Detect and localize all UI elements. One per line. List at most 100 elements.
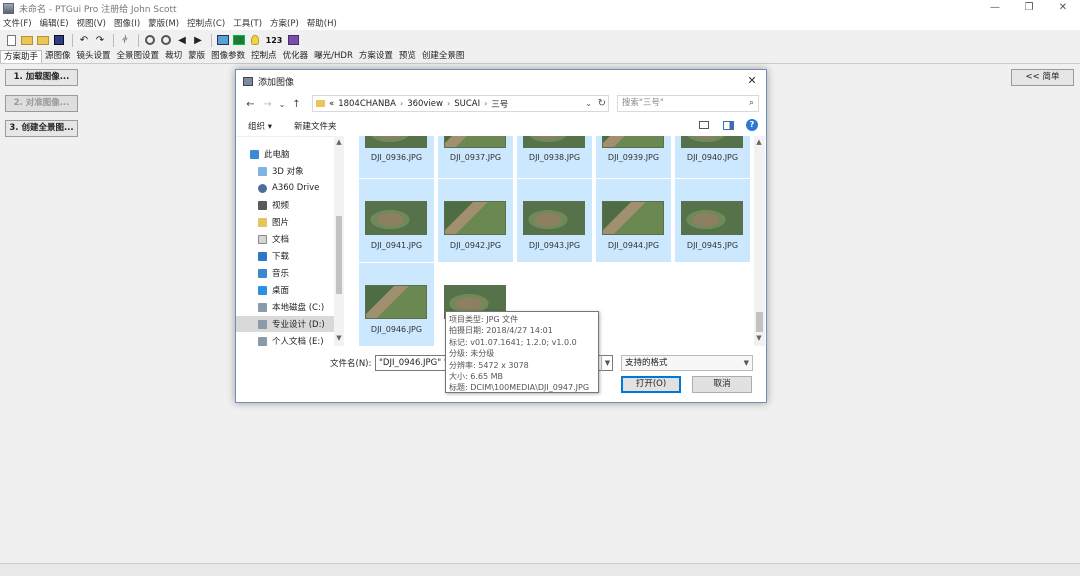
organize-button[interactable]: 组织 ▾	[248, 120, 272, 132]
breadcrumb-sucai[interactable]: SUCAI	[454, 99, 480, 109]
file-item[interactable]: DJI_0940.JPG	[675, 136, 750, 178]
panorama-editor-icon[interactable]	[216, 33, 230, 47]
file-item[interactable]: DJI_0944.JPG	[596, 179, 671, 262]
scroll-up-icon[interactable]: ▲	[754, 138, 764, 146]
menu-edit[interactable]: 编辑(E)	[40, 17, 69, 29]
nav-local-disk-c[interactable]: 本地磁盘 (C:)	[258, 299, 342, 315]
search-icon[interactable]: ⌕	[749, 96, 754, 111]
nav-music[interactable]: 音乐	[258, 265, 342, 281]
up-arrow-icon[interactable]: ↑	[288, 99, 305, 110]
nav-this-pc[interactable]: 此电脑	[250, 146, 334, 162]
file-item[interactable]: DJI_0941.JPG	[359, 179, 434, 262]
open-image-icon[interactable]	[36, 33, 50, 47]
simple-mode-button[interactable]: << 简单	[1011, 69, 1074, 86]
file-type-select[interactable]: 支持的格式 ▼	[621, 355, 753, 371]
next-icon[interactable]: ▶	[191, 33, 205, 47]
previous-icon[interactable]: ◀	[175, 33, 189, 47]
navigation-scrollbar[interactable]: ▲ ▼	[334, 136, 344, 346]
menu-help[interactable]: 帮助(H)	[307, 17, 337, 29]
redo-icon[interactable]: ↷	[93, 33, 107, 47]
menu-view[interactable]: 视图(V)	[77, 17, 106, 29]
file-item[interactable]: DJI_0937.JPG	[438, 136, 513, 178]
help-icon[interactable]: ?	[746, 119, 758, 131]
nav-personal-disk-e[interactable]: 个人文档 (E:)	[258, 333, 342, 349]
view-options-icon[interactable]	[699, 121, 709, 129]
close-button[interactable]: ✕	[1046, 0, 1080, 16]
forward-arrow-icon[interactable]: →	[259, 99, 276, 110]
nav-desktop[interactable]: 桌面	[258, 282, 342, 298]
filename-dropdown-icon[interactable]: ▼	[601, 355, 613, 371]
tab-crop[interactable]: 裁切	[162, 50, 185, 63]
tab-image-parameters[interactable]: 图像参数	[208, 50, 248, 63]
file-item[interactable]: DJI_0936.JPG	[359, 136, 434, 178]
minimize-button[interactable]: —	[978, 0, 1012, 16]
scroll-down-icon[interactable]: ▼	[754, 334, 764, 342]
search-input[interactable]: 搜索"三号" ⌕	[617, 95, 759, 112]
file-item[interactable]: DJI_0942.JPG	[438, 179, 513, 262]
tab-create-panorama[interactable]: 创建全景图	[419, 50, 468, 63]
tab-mask[interactable]: 蒙版	[185, 50, 208, 63]
refresh-icon[interactable]: ↻	[598, 98, 606, 109]
nav-pictures[interactable]: 图片	[258, 214, 342, 230]
tripod-icon[interactable]: ⫩	[118, 33, 132, 47]
tab-preview[interactable]: 预览	[396, 50, 419, 63]
table-icon[interactable]	[232, 33, 246, 47]
scroll-down-icon[interactable]: ▼	[334, 334, 344, 342]
address-dropdown-icon[interactable]: ⌄	[585, 99, 592, 108]
new-folder-button[interactable]: 新建文件夹	[294, 120, 337, 132]
scroll-up-icon[interactable]: ▲	[334, 138, 344, 146]
tips-bulb-icon[interactable]	[248, 33, 262, 47]
menu-file[interactable]: 文件(F)	[3, 17, 32, 29]
save-icon[interactable]	[52, 33, 66, 47]
tab-project-settings[interactable]: 方案设置	[356, 50, 396, 63]
batch-book-icon[interactable]	[286, 33, 300, 47]
nav-a360-drive[interactable]: A360 Drive	[258, 180, 342, 196]
open-folder-icon[interactable]	[20, 33, 34, 47]
breadcrumb-1804chanba[interactable]: 1804CHANBA	[338, 99, 396, 109]
open-button[interactable]: 打开(O)	[621, 376, 681, 393]
menu-control-points[interactable]: 控制点(C)	[187, 17, 225, 29]
align-images-button[interactable]: 2. 对准图像...	[5, 95, 78, 112]
tab-source-images[interactable]: 源图像	[42, 50, 74, 63]
file-item[interactable]: DJI_0938.JPG	[517, 136, 592, 178]
cancel-button[interactable]: 取消	[692, 376, 752, 393]
nav-documents[interactable]: 文档	[258, 231, 342, 247]
address-bar[interactable]: « 1804CHANBA › 360view › SUCAI › 三号 ⌄ ↻	[312, 95, 609, 112]
tab-panorama-settings[interactable]: 全景图设置	[114, 50, 163, 63]
zoom-in-icon[interactable]	[143, 33, 157, 47]
scrollbar-thumb[interactable]	[756, 312, 763, 332]
load-images-button[interactable]: 1. 加载图像...	[5, 69, 78, 86]
tab-lens-settings[interactable]: 镜头设置	[74, 50, 114, 63]
file-item[interactable]: DJI_0943.JPG	[517, 179, 592, 262]
tab-project-assistant[interactable]: 方案助手	[0, 50, 43, 63]
recent-locations-icon[interactable]: ⌄	[276, 100, 288, 109]
menu-tools[interactable]: 工具(T)	[233, 17, 262, 29]
nav-videos[interactable]: 视频	[258, 197, 342, 213]
file-item[interactable]: DJI_0939.JPG	[596, 136, 671, 178]
create-panorama-button[interactable]: 3. 创建全景图...	[5, 120, 78, 137]
breadcrumb-360view[interactable]: 360view	[407, 99, 443, 109]
tab-exposure-hdr[interactable]: 曝光/HDR	[311, 50, 356, 63]
nav-design-disk-d[interactable]: 专业设计 (D:)	[236, 316, 334, 332]
restore-button[interactable]: ❐	[1012, 0, 1046, 16]
zoom-out-icon[interactable]	[159, 33, 173, 47]
tab-optimizer[interactable]: 优化器	[280, 50, 312, 63]
breadcrumb-overflow[interactable]: «	[329, 99, 334, 109]
breadcrumb-sanhao[interactable]: 三号	[491, 98, 508, 110]
preview-pane-icon[interactable]	[723, 120, 734, 130]
dialog-close-icon[interactable]: ✕	[744, 73, 760, 89]
back-arrow-icon[interactable]: ←	[242, 99, 259, 110]
nav-downloads[interactable]: 下载	[258, 248, 342, 264]
menu-mask[interactable]: 蒙版(M)	[148, 17, 179, 29]
undo-icon[interactable]: ↶	[77, 33, 91, 47]
nav-3d-objects[interactable]: 3D 对象	[258, 163, 342, 179]
file-item[interactable]: DJI_0946.JPG	[359, 263, 434, 346]
menu-project[interactable]: 方案(P)	[270, 17, 299, 29]
menu-image[interactable]: 图像(I)	[114, 17, 140, 29]
file-item[interactable]: DJI_0945.JPG	[675, 179, 750, 262]
new-document-icon[interactable]	[4, 33, 18, 47]
scrollbar-thumb[interactable]	[336, 216, 342, 294]
file-list-scrollbar[interactable]: ▲ ▼	[754, 136, 765, 346]
numeric-transform-icon[interactable]: 123	[264, 33, 284, 47]
tab-control-points[interactable]: 控制点	[248, 50, 280, 63]
